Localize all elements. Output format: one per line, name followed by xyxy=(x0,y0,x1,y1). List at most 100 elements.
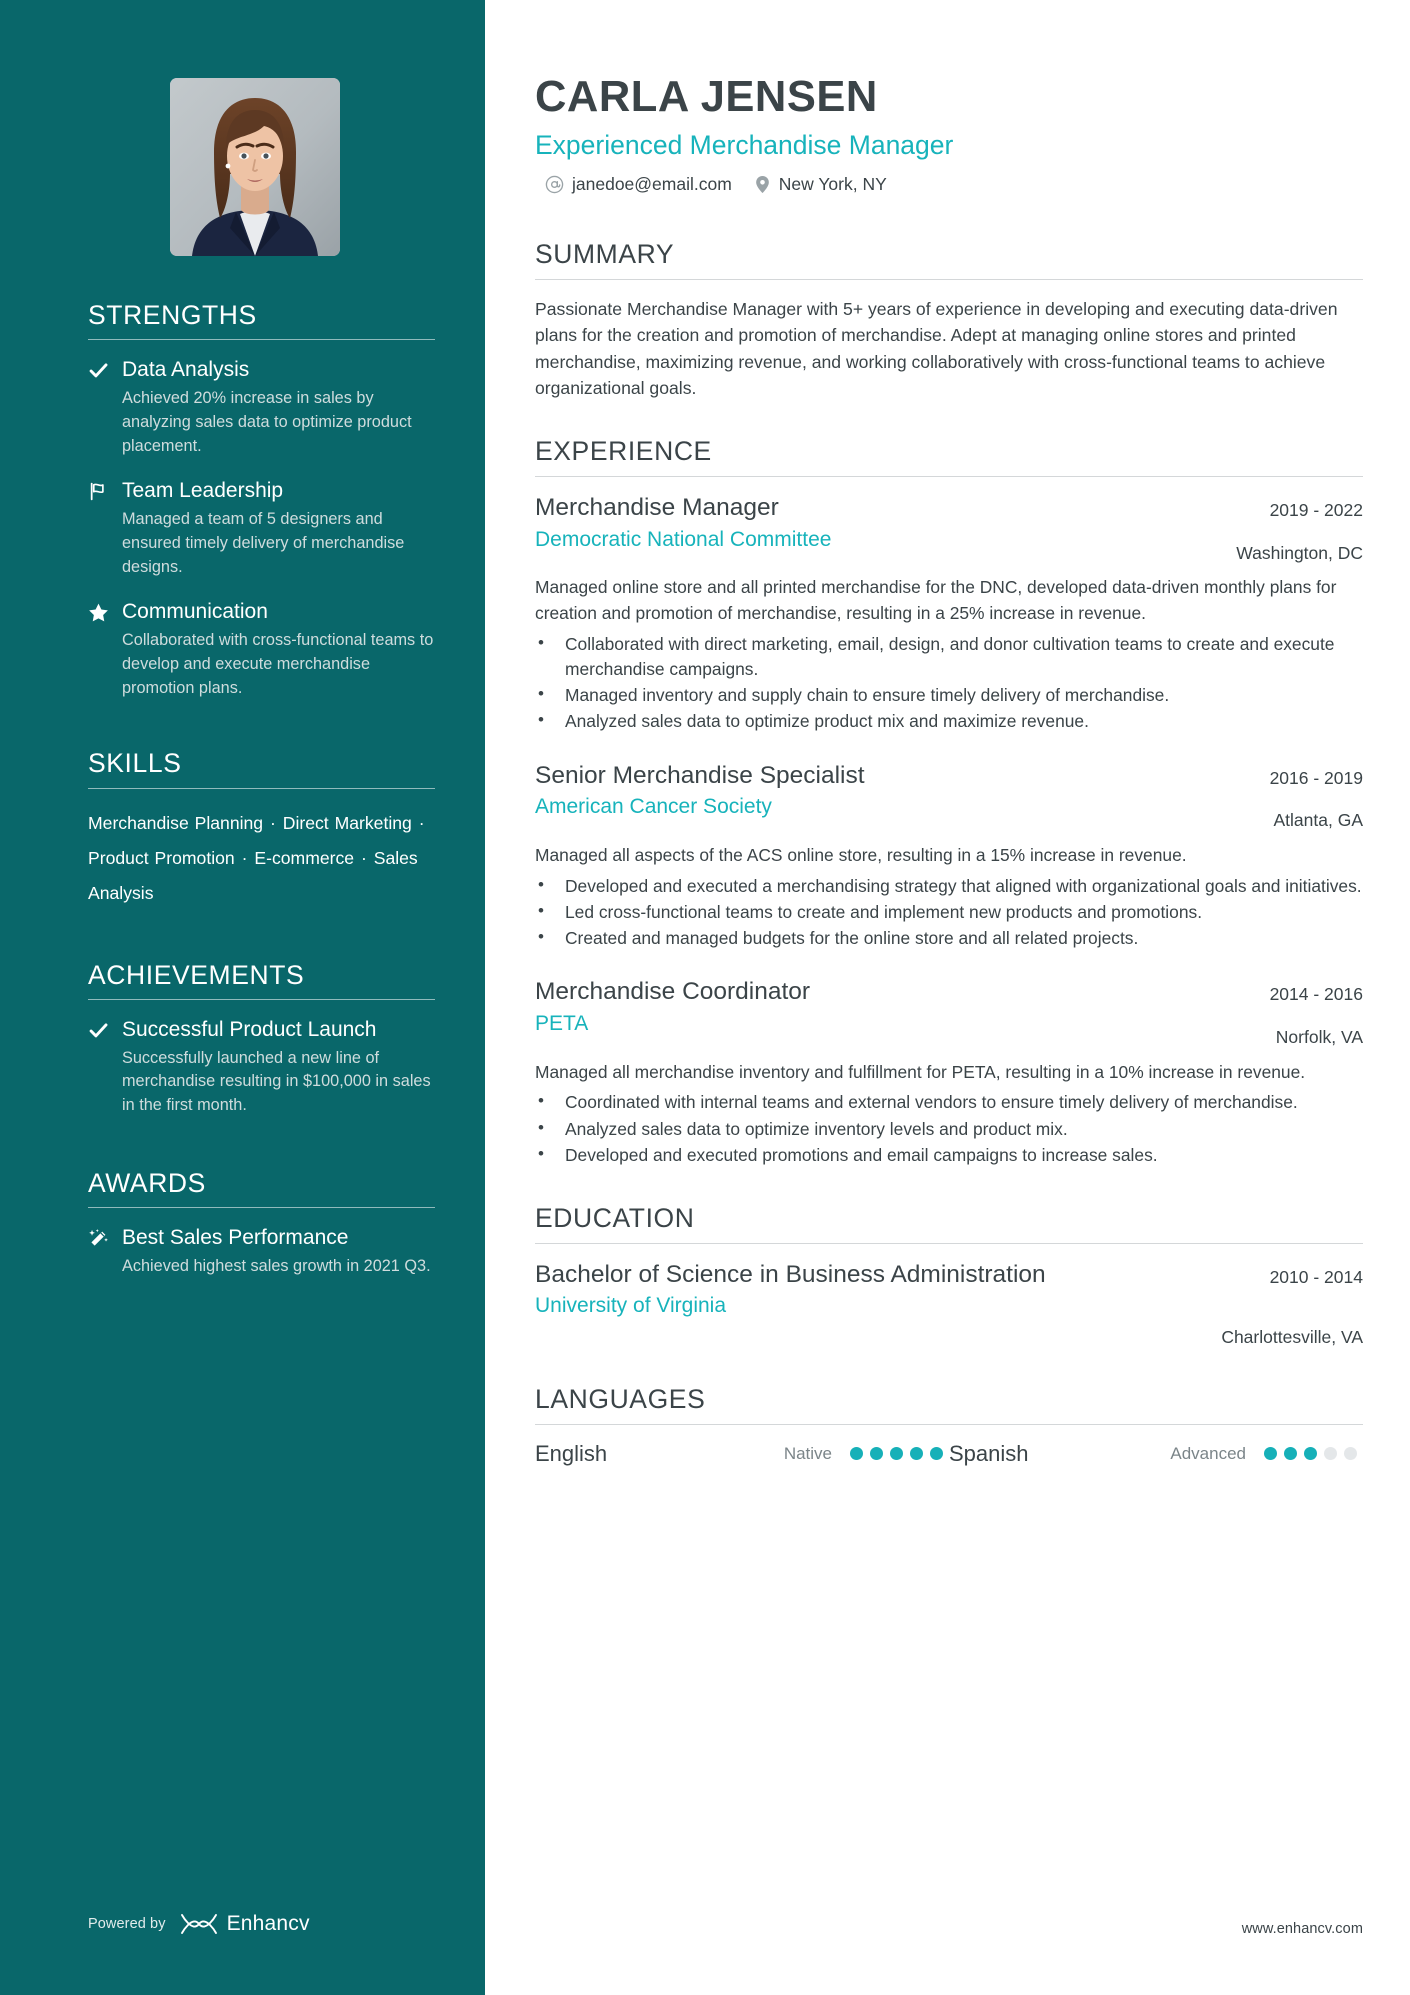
experience-description: Managed all merchandise inventory and fu… xyxy=(535,1061,1306,1082)
at-icon xyxy=(545,176,564,194)
section-education: EDUCATION Bachelor of Science in Busines… xyxy=(535,1203,1363,1349)
entry-header-left: Merchandise Manager Democratic National C… xyxy=(535,493,1216,553)
experience-bullet-list: Coordinated with internal teams and exte… xyxy=(535,1089,1363,1168)
section-achievements: ACHIEVEMENTS Successful Product Launch S… xyxy=(0,960,485,1118)
entry-header-right: 2014 - 2016 Norfolk, VA xyxy=(1270,977,1363,1049)
page-title: CARLA JENSEN xyxy=(535,73,878,121)
rating-dot xyxy=(1324,1447,1337,1460)
divider xyxy=(535,1242,1363,1244)
entry-header-left: Senior Merchandise Specialist American Ca… xyxy=(535,761,1250,821)
section-summary: SUMMARY Passionate Merchandise Manager w… xyxy=(535,239,1363,401)
language-item: Spanish Advanced xyxy=(949,1441,1363,1467)
education-heading: EDUCATION xyxy=(535,1203,695,1234)
contact-location-value: New York, NY xyxy=(778,174,887,195)
language-name: English xyxy=(535,1440,608,1466)
award-item: Best Sales Performance Achieved highest … xyxy=(88,1225,435,1278)
experience-job-title: Senior Merchandise Specialist xyxy=(535,761,865,789)
experience-heading: EXPERIENCE xyxy=(535,436,712,467)
rating-dot xyxy=(890,1447,903,1460)
experience-date: 2019 - 2022 xyxy=(1269,499,1363,520)
experience-company: American Cancer Society xyxy=(535,795,772,819)
language-rating-dots xyxy=(850,1447,949,1460)
skill-item: E-commerce xyxy=(254,848,355,869)
profile-photo-wrap xyxy=(0,0,485,256)
enhancv-wordmark: Enhancv xyxy=(226,1912,310,1935)
strength-item: Team Leadership Managed a team of 5 desi… xyxy=(88,478,435,579)
skill-separator: · xyxy=(355,848,373,869)
education-degree: Bachelor of Science in Business Administ… xyxy=(535,1260,1046,1288)
contact-row: janedoe@email.com New York, NY xyxy=(535,174,1363,195)
strength-title: Team Leadership xyxy=(122,479,284,503)
flag-icon xyxy=(88,478,122,579)
sidebar: STRENGTHS Data Analysis Achieved 20% inc… xyxy=(0,0,485,1995)
experience-company: Democratic National Committee xyxy=(535,527,832,551)
experience-description: Managed online store and all printed mer… xyxy=(535,577,1337,623)
education-school: University of Virginia xyxy=(535,1294,727,1318)
section-experience: EXPERIENCE Merchandise Manager Democratic… xyxy=(535,436,1363,1168)
awards-heading: AWARDS xyxy=(88,1167,206,1198)
experience-bullet-list: Developed and executed a merchandising s… xyxy=(535,873,1363,952)
skill-separator: · xyxy=(264,812,282,833)
entry-header: Merchandise Coordinator PETA 2014 - 2016 No… xyxy=(535,977,1363,1049)
entry-header: Merchandise Manager Democratic National C… xyxy=(535,493,1363,565)
strength-item: Communication Collaborated with cross-fu… xyxy=(88,599,435,700)
star-icon xyxy=(88,599,122,700)
experience-date: 2014 - 2016 xyxy=(1269,984,1363,1005)
location-pin-icon xyxy=(755,176,769,194)
strength-item: Data Analysis Achieved 20% increase in s… xyxy=(88,357,435,458)
rating-dot xyxy=(1304,1447,1317,1460)
achievements-heading: ACHIEVEMENTS xyxy=(88,959,305,990)
education-entry: Bachelor of Science in Business Administ… xyxy=(535,1260,1363,1350)
section-strengths: STRENGTHS Data Analysis Achieved 20% inc… xyxy=(0,300,485,700)
avatar xyxy=(170,78,340,256)
divider xyxy=(88,1207,435,1209)
achievement-desc: Successfully launched a new line of merc… xyxy=(122,1048,431,1115)
achievement-title: Successful Product Launch xyxy=(122,1017,377,1041)
languages-heading: LANGUAGES xyxy=(535,1384,706,1415)
experience-job-title: Merchandise Manager xyxy=(535,493,779,521)
list-item: Analyzed sales data to optimize inventor… xyxy=(535,1116,1363,1142)
education-location: Charlottesville, VA xyxy=(1221,1327,1363,1348)
strengths-heading: STRENGTHS xyxy=(88,300,257,330)
enhancv-mark-icon xyxy=(180,1914,217,1934)
contact-location[interactable]: New York, NY xyxy=(754,174,887,195)
website-footer: www.enhancv.com xyxy=(1241,1921,1363,1937)
experience-job-title: Merchandise Coordinator xyxy=(535,978,811,1006)
experience-entry: Merchandise Manager Democratic National C… xyxy=(535,493,1363,735)
language-level: Advanced xyxy=(1170,1443,1246,1463)
divider xyxy=(535,278,1363,280)
rating-dot xyxy=(1344,1447,1357,1460)
contact-email[interactable]: janedoe@email.com xyxy=(545,174,732,195)
entry-header-left: Merchandise Coordinator PETA xyxy=(535,977,1250,1037)
magic-wand-icon xyxy=(88,1225,122,1278)
rating-dot xyxy=(910,1447,923,1460)
language-item: English Native xyxy=(535,1441,949,1467)
summary-heading: SUMMARY xyxy=(535,239,675,270)
divider xyxy=(88,339,435,341)
skill-separator: · xyxy=(235,848,254,869)
rating-dot xyxy=(850,1447,863,1460)
list-item: Managed inventory and supply chain to en… xyxy=(535,682,1363,708)
list-item: Developed and executed promotions and em… xyxy=(535,1142,1363,1168)
skill-separator: · xyxy=(412,812,425,833)
languages-row: English Native Spanish Advanced xyxy=(535,1441,1363,1467)
rating-dot xyxy=(1264,1447,1277,1460)
list-item: Developed and executed a merchandising s… xyxy=(535,873,1363,899)
enhancv-logo: Enhancv xyxy=(179,1911,310,1937)
rating-dot xyxy=(930,1447,943,1460)
skill-item: Product Promotion xyxy=(88,848,235,869)
language-rating-dots xyxy=(1264,1447,1363,1460)
experience-date: 2016 - 2019 xyxy=(1269,767,1363,788)
list-item: Analyzed sales data to optimize product … xyxy=(535,708,1363,734)
header: CARLA JENSEN Experienced Merchandise Man… xyxy=(535,0,1363,195)
strength-desc: Achieved 20% increase in sales by analyz… xyxy=(122,389,412,455)
experience-entry: Senior Merchandise Specialist American Ca… xyxy=(535,761,1363,952)
entry-header: Senior Merchandise Specialist American Ca… xyxy=(535,761,1363,833)
experience-list: Merchandise Manager Democratic National C… xyxy=(535,493,1363,1168)
experience-company: PETA xyxy=(535,1012,589,1036)
rating-dot xyxy=(870,1447,883,1460)
main-column: CARLA JENSEN Experienced Merchandise Man… xyxy=(485,0,1410,1995)
experience-bullet-list: Collaborated with direct marketing, emai… xyxy=(535,631,1363,735)
list-item: Led cross-functional teams to create and… xyxy=(535,899,1363,925)
avatar-portrait-icon xyxy=(170,78,340,256)
